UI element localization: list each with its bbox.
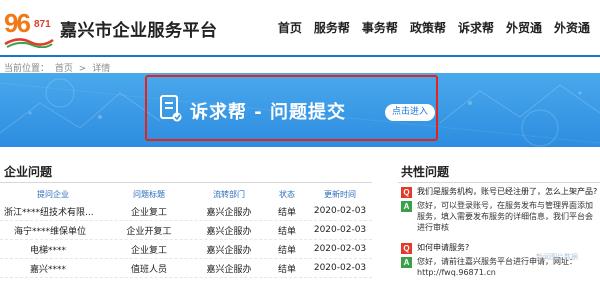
table-row[interactable]: 浙江****纽技术有限... 企业复工 嘉兴企服办 结单 2020-02-03 — [0, 202, 372, 221]
logo-swoosh-icon — [4, 38, 54, 48]
cell-company: 海宁****维保单位 — [14, 226, 87, 237]
cell-department: 嘉兴企服办 — [206, 264, 252, 275]
site-title: 嘉兴市企业服务平台 — [60, 21, 218, 41]
cell-status: 结单 — [277, 226, 296, 237]
faq-answer: A 您好，可以登录账号，在服务发布与管理界面添加服务，填入需要发布服务的详细信息… — [401, 200, 600, 233]
cell-topic: 企业开复工 — [126, 226, 172, 237]
nav-affairs-help[interactable]: 事务帮 — [356, 19, 404, 36]
cell-updated: 2020-02-03 — [313, 244, 367, 254]
appeal-banner[interactable]: 诉求帮 - 问题提交 点击进入 — [0, 73, 600, 147]
question-badge-icon: Q — [401, 243, 412, 254]
faq-answer-text: 您好，可以登录账号，在服务发布与管理界面添加服务，填入需要发布服务的详细信息，我… — [417, 201, 593, 232]
nav-policy-help[interactable]: 政策帮 — [404, 19, 452, 36]
cell-company: 嘉兴**** — [30, 264, 67, 275]
section-divider — [0, 182, 372, 183]
nav-home[interactable]: 首页 — [272, 19, 308, 36]
cell-department: 嘉兴企服办 — [206, 226, 252, 237]
site-logo[interactable]: 96 871 — [4, 6, 54, 50]
problems-table: 提问企业 问题标题 流转部门 状态 更新时间 浙江****纽技术有限... 企业… — [0, 186, 372, 278]
nav-appeal-help[interactable]: 诉求帮 — [452, 19, 500, 36]
cell-topic: 值班人员 — [130, 264, 167, 275]
col-updated: 更新时间 — [324, 189, 356, 199]
faq-question[interactable]: Q 我们是服务机构，账号已经注册了，怎么上架产品? — [401, 186, 600, 198]
cell-updated: 2020-02-03 — [313, 225, 367, 235]
nav-foreign-investment[interactable]: 外资通 — [548, 19, 596, 36]
cell-department: 嘉兴企服办 — [206, 245, 252, 256]
logo-sub-number: 871 — [34, 19, 51, 30]
main-nav: 首页 服务帮 事务帮 政策帮 诉求帮 外贸通 外资通 — [272, 19, 596, 36]
watermark: 新闻图片数据 — [536, 253, 578, 261]
cell-status: 结单 — [277, 245, 296, 256]
col-company: 提问企业 — [37, 189, 69, 199]
cell-updated: 2020-02-03 — [313, 206, 367, 216]
question-badge-icon: Q — [401, 187, 412, 198]
cell-status: 结单 — [277, 207, 296, 218]
faq-spacer — [401, 235, 600, 242]
faq-title: 共性问题 — [401, 165, 450, 179]
nav-service-help[interactable]: 服务帮 — [308, 19, 356, 36]
table-row[interactable]: 海宁****维保单位 企业开复工 嘉兴企服办 结单 2020-02-03 — [0, 221, 372, 240]
col-topic: 问题标题 — [133, 189, 165, 199]
col-status: 状态 — [279, 189, 295, 199]
cell-updated: 2020-02-03 — [313, 263, 367, 273]
cell-company: 电梯**** — [30, 245, 67, 256]
nav-foreign-trade[interactable]: 外贸通 — [500, 19, 548, 36]
table-row[interactable]: 嘉兴**** 值班人员 嘉兴企服办 结单 2020-02-03 — [0, 259, 372, 278]
document-edit-icon — [160, 95, 182, 122]
answer-badge-icon: A — [401, 201, 412, 212]
banner-title: 诉求帮 - 问题提交 — [190, 102, 347, 123]
site-header: 96 871 嘉兴市企业服务平台 首页 服务帮 事务帮 政策帮 诉求帮 外贸通 … — [0, 0, 600, 57]
faq-question-text: 如何申请服务? — [417, 243, 470, 252]
faq-question-text: 我们是服务机构，账号已经注册了，怎么上架产品? — [417, 187, 598, 196]
cell-status: 结单 — [277, 264, 296, 275]
logo-number: 96 — [4, 8, 31, 38]
cell-department: 嘉兴企服办 — [206, 207, 252, 218]
table-header: 提问企业 问题标题 流转部门 状态 更新时间 — [0, 186, 372, 202]
header-divider — [0, 55, 600, 57]
col-department: 流转部门 — [213, 189, 245, 199]
cell-topic: 企业复工 — [130, 207, 167, 218]
enterprise-problems-title: 企业问题 — [4, 165, 53, 179]
faq-list: Q 我们是服务机构，账号已经注册了，怎么上架产品? A 您好，可以登录账号，在服… — [401, 186, 600, 280]
cell-topic: 企业复工 — [130, 245, 167, 256]
answer-badge-icon: A — [401, 257, 412, 268]
cell-company: 浙江****纽技术有限... — [4, 207, 94, 218]
enter-button[interactable]: 点击进入 — [385, 104, 436, 121]
faq-divider — [398, 182, 600, 183]
table-row[interactable]: 电梯**** 企业复工 嘉兴企服办 结单 2020-02-03 — [0, 240, 372, 259]
